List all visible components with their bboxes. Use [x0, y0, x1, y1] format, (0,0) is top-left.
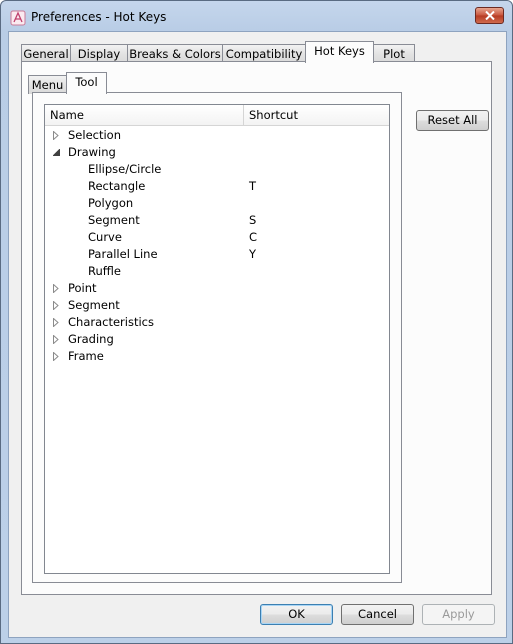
tree-row[interactable]: Drawing [45, 144, 389, 161]
tree-row[interactable]: Parallel Line Y [45, 246, 389, 263]
hot-keys-panel: Menu Tool Name Shortcut Selection Drawing… [21, 61, 492, 595]
tree-row[interactable]: Ruffle [45, 263, 389, 280]
tree-row[interactable]: Ellipse/Circle [45, 161, 389, 178]
tree-row-label: Segment [88, 213, 140, 227]
window-title: Preferences - Hot Keys [31, 10, 167, 24]
tree-row-label: Ruffle [88, 264, 121, 278]
tree-row[interactable]: Rectangle T [45, 178, 389, 195]
tree-row-label: Polygon [88, 196, 134, 210]
tree-row-label: Drawing [68, 145, 116, 159]
tree-expanded-arrow-icon[interactable] [51, 144, 61, 161]
tree-row[interactable]: Grading [45, 331, 389, 348]
tree-row[interactable]: Segment S [45, 212, 389, 229]
tab-hot-keys[interactable]: Hot Keys [305, 41, 374, 63]
tree-row-shortcut: C [249, 230, 258, 244]
tree-row-label: Selection [68, 128, 121, 142]
dialog-client-area: General Display Breaks & Colors Compatib… [8, 31, 507, 638]
reset-all-button[interactable]: Reset All [416, 110, 489, 131]
tree-rows: Selection Drawing Ellipse/Circle Rectangle T… [45, 127, 389, 365]
column-header-shortcut[interactable]: Shortcut [245, 105, 389, 125]
cancel-button[interactable]: Cancel [341, 604, 414, 625]
tree-column-header: Name Shortcut [45, 105, 389, 126]
column-header-name[interactable]: Name [45, 105, 244, 125]
title-bar[interactable]: Preferences - Hot Keys [1, 1, 512, 33]
tree-collapsed-arrow-icon[interactable] [51, 297, 61, 314]
tree-collapsed-arrow-icon[interactable] [51, 127, 61, 144]
tree-row-label: Rectangle [88, 179, 146, 193]
tree-row-label: Characteristics [68, 315, 154, 329]
preferences-app-icon [10, 10, 26, 26]
tree-collapsed-arrow-icon[interactable] [51, 314, 61, 331]
ok-button[interactable]: OK [260, 604, 333, 625]
tree-row-label: Segment [68, 298, 120, 312]
tree-collapsed-arrow-icon[interactable] [51, 348, 61, 365]
tree-row-label: Curve [88, 230, 122, 244]
tree-row-label: Frame [68, 349, 104, 363]
tree-row[interactable]: Curve C [45, 229, 389, 246]
tree-row[interactable]: Selection [45, 127, 389, 144]
tab-tool[interactable]: Tool [66, 72, 107, 94]
close-icon [484, 9, 495, 23]
tree-row-label: Ellipse/Circle [88, 162, 162, 176]
tree-row[interactable]: Point [45, 280, 389, 297]
tree-collapsed-arrow-icon[interactable] [51, 331, 61, 348]
tree-row-shortcut: T [249, 179, 257, 193]
apply-button[interactable]: Apply [422, 604, 495, 625]
tree-row[interactable]: Polygon [45, 195, 389, 212]
tree-collapsed-arrow-icon[interactable] [51, 280, 61, 297]
tool-panel: Name Shortcut Selection Drawing Ellipse/Ci… [32, 92, 402, 583]
tree-row-shortcut: S [249, 213, 257, 227]
tree-row-shortcut: Y [249, 247, 257, 261]
tree-row[interactable]: Characteristics [45, 314, 389, 331]
hotkey-tree-table[interactable]: Name Shortcut Selection Drawing Ellipse/Ci… [44, 104, 390, 574]
tree-row-label: Parallel Line [88, 247, 158, 261]
tree-row-label: Point [68, 281, 97, 295]
tree-row[interactable]: Frame [45, 348, 389, 365]
tree-row[interactable]: Segment [45, 297, 389, 314]
close-button[interactable] [475, 7, 504, 24]
preferences-window: Preferences - Hot Keys General Display B… [0, 0, 513, 644]
tree-row-label: Grading [68, 332, 114, 346]
